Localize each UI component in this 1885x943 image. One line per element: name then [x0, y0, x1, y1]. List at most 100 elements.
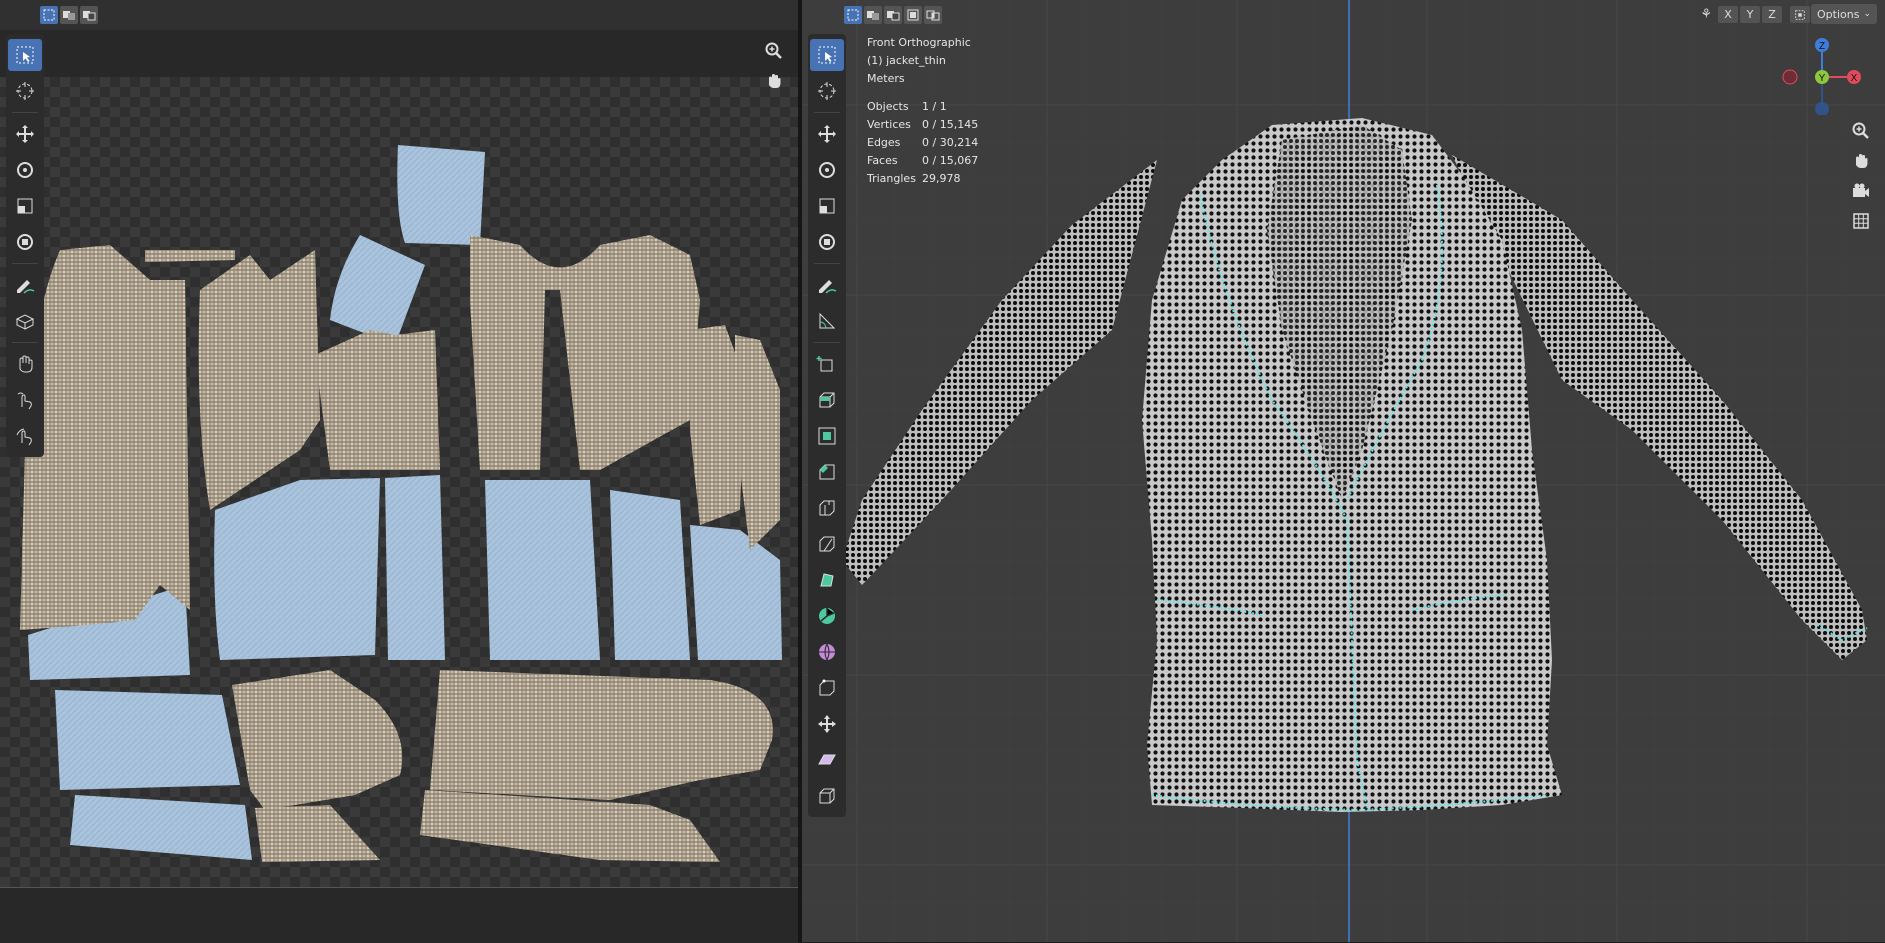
tool-rotate[interactable]	[8, 154, 42, 186]
vp-tool-edge-slide[interactable]	[810, 672, 844, 704]
camera-view-button[interactable]	[1850, 180, 1872, 202]
annotate-icon	[17, 280, 35, 294]
loop-cut-icon	[819, 500, 835, 516]
active-object-name: (1) jacket_thin	[867, 54, 946, 67]
ortho-toggle-button[interactable]	[1850, 210, 1872, 232]
uv-island-side-panel-l[interactable]	[20, 245, 190, 630]
uv-island-pocket-top[interactable]	[397, 145, 485, 245]
toolbar-separator	[12, 112, 38, 113]
vp-zoom-button[interactable]	[1850, 120, 1872, 142]
vp-tool-inset[interactable]	[810, 420, 844, 452]
uv-island-sleeve-under-l[interactable]	[255, 805, 380, 862]
vp-select-subtract-button[interactable]	[884, 6, 902, 24]
select-new-icon	[847, 9, 859, 21]
options-dropdown[interactable]: Options ⌄	[1811, 4, 1877, 24]
tool-rip[interactable]	[8, 305, 42, 337]
vp-select-new-button[interactable]	[844, 6, 862, 24]
vp-tool-move[interactable]	[810, 118, 844, 150]
viewport-toolbar	[808, 34, 846, 817]
uv-island-collar[interactable]	[145, 250, 235, 262]
vp-tool-extrude[interactable]	[810, 384, 844, 416]
vp-tool-spin[interactable]	[810, 600, 844, 632]
navigation-gizmo[interactable]: Z X Y	[1777, 35, 1867, 115]
pinch-icon	[16, 428, 32, 446]
uv-island-back-center[interactable]	[470, 235, 700, 470]
vp-tool-bevel[interactable]	[810, 456, 844, 488]
tool-pinch[interactable]	[8, 420, 42, 452]
vp-tool-rip-region[interactable]	[810, 780, 844, 812]
viewport-header: ⚘ X Y Z Options ⌄	[802, 0, 1885, 30]
toolbar-separator	[814, 112, 840, 113]
uv-island-sleeve-l[interactable]	[232, 670, 403, 810]
uv-island-sleeve-lining-2[interactable]	[70, 795, 252, 860]
tool-transform[interactable]	[8, 226, 42, 258]
zoom-button[interactable]	[763, 40, 785, 62]
gizmo-neg-x[interactable]	[1782, 69, 1798, 85]
tool-grab[interactable]	[8, 348, 42, 380]
shear-icon	[818, 754, 836, 765]
tool-scale[interactable]	[8, 190, 42, 222]
measure-icon	[819, 312, 836, 329]
uv-island-lining-3[interactable]	[385, 475, 445, 660]
vp-tool-rotate[interactable]	[810, 154, 844, 186]
gizmo-neg-z[interactable]	[1815, 102, 1829, 115]
uv-island-pocket-2[interactable]	[330, 235, 425, 345]
vp-tool-scale[interactable]	[810, 190, 844, 222]
tool-select-box[interactable]	[8, 39, 42, 71]
vp-select-extend-button[interactable]	[864, 6, 882, 24]
rotate-icon	[17, 162, 33, 178]
merge-icon	[1795, 9, 1805, 20]
vp-tool-add-cube[interactable]	[810, 348, 844, 380]
uv-island-sleeve-lining[interactable]	[55, 690, 240, 790]
cursor-icon	[818, 82, 836, 100]
toolbar-separator	[814, 342, 840, 343]
vp-tool-loop-cut[interactable]	[810, 492, 844, 524]
poly-build-icon	[820, 573, 834, 587]
uv-island-back-l[interactable]	[198, 250, 320, 510]
smooth-icon	[819, 643, 835, 661]
vp-tool-cursor[interactable]	[810, 75, 844, 107]
vp-tool-knife[interactable]	[810, 528, 844, 560]
tool-move[interactable]	[8, 118, 42, 150]
select-subtract-icon	[887, 11, 900, 21]
uv-island-side-panel-r[interactable]	[735, 335, 780, 550]
vp-tool-measure[interactable]	[810, 305, 844, 337]
tool-relax[interactable]	[8, 384, 42, 416]
hand-icon	[1856, 154, 1868, 168]
inset-icon	[818, 427, 836, 445]
uv-island-lining-6[interactable]	[690, 525, 782, 660]
vp-tool-select-box[interactable]	[810, 39, 844, 71]
vp-select-invert-button[interactable]	[904, 6, 922, 24]
tool-annotate[interactable]	[8, 269, 42, 301]
vp-tool-shrink-fatten[interactable]	[810, 708, 844, 740]
auto-merge-button[interactable]	[1790, 6, 1810, 23]
pan-button[interactable]	[763, 70, 785, 92]
vp-tool-smooth[interactable]	[810, 636, 844, 668]
mirror-x-button[interactable]: X	[1718, 6, 1738, 23]
vp-pan-button[interactable]	[1850, 150, 1872, 172]
vp-tool-shear[interactable]	[810, 744, 844, 776]
gizmo-y-label: Y	[1819, 73, 1826, 84]
knife-icon	[819, 536, 835, 552]
toolbar-separator	[12, 263, 38, 264]
gizmo-x-label: X	[1851, 73, 1858, 84]
vp-select-intersect-button[interactable]	[924, 6, 942, 24]
jacket-sleeve-left	[842, 160, 1157, 585]
uv-island-front-l[interactable]	[315, 330, 440, 470]
uv-island-sleeve-under-r[interactable]	[420, 790, 720, 862]
view-name: Front Orthographic	[867, 36, 971, 49]
vp-tool-transform[interactable]	[810, 226, 844, 258]
mirror-y-button[interactable]: Y	[1740, 6, 1760, 23]
uv-island-lining-2[interactable]	[214, 478, 380, 660]
uv-island-lining-4[interactable]	[485, 480, 600, 660]
vp-tool-annotate[interactable]	[810, 269, 844, 301]
tool-cursor[interactable]	[8, 75, 42, 107]
transform-icon	[819, 234, 835, 250]
select-intersect-icon	[926, 10, 940, 21]
3d-viewport[interactable]: ⚘ X Y Z Options ⌄ Front Orthographic (1)…	[802, 0, 1885, 942]
mirror-z-button[interactable]: Z	[1762, 6, 1782, 23]
move-icon	[16, 125, 34, 143]
vp-tool-poly-build[interactable]	[810, 564, 844, 596]
uv-island-sleeve-r[interactable]	[430, 670, 773, 800]
uv-island-lining-5[interactable]	[610, 490, 690, 660]
